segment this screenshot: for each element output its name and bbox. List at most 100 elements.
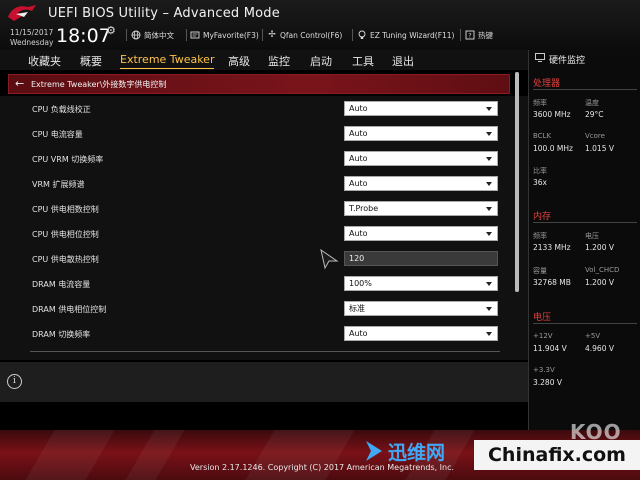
mem-volt-label: 电压 bbox=[585, 232, 599, 240]
back-arrow-icon[interactable]: ← bbox=[15, 77, 24, 90]
setting-select[interactable]: Auto bbox=[344, 326, 498, 341]
setting-select[interactable]: Auto bbox=[344, 226, 498, 241]
setting-select[interactable]: T.Probe bbox=[344, 201, 498, 216]
breadcrumb[interactable]: ← Extreme Tweaker\外接数字供电控制 bbox=[8, 74, 510, 94]
fan-icon: ✢ bbox=[268, 30, 276, 40]
myfavorite-button[interactable]: MyFavorite(F3) bbox=[190, 29, 259, 41]
date-display: 11/15/2017 Wednesday bbox=[10, 28, 53, 48]
tab-main[interactable]: 概要 bbox=[80, 53, 102, 69]
setting-input[interactable]: 120 bbox=[344, 251, 498, 266]
qfan-control-button[interactable]: ✢ Qfan Control(F6) bbox=[267, 29, 342, 41]
ratio-label: 比率 bbox=[533, 167, 547, 175]
gear-icon[interactable]: ⚙ bbox=[106, 24, 116, 37]
header-separator bbox=[262, 29, 263, 41]
setting-label: DRAM 电流容量 bbox=[32, 280, 91, 289]
divider bbox=[30, 351, 500, 352]
weekday-text: Wednesday bbox=[10, 38, 54, 47]
mem-volt-value: 1.200 V bbox=[585, 243, 614, 252]
hotkey-icon: ? bbox=[465, 30, 475, 40]
cpu-section-title: 处理器 bbox=[533, 79, 561, 89]
tab-exit[interactable]: 退出 bbox=[392, 53, 414, 69]
cpu-temp-label: 温度 bbox=[585, 99, 599, 107]
chevron-down-icon bbox=[486, 232, 492, 236]
chevron-down-icon bbox=[486, 332, 492, 336]
mem-capacity-value: 32768 MB bbox=[533, 278, 571, 287]
tab-boot[interactable]: 启动 bbox=[310, 53, 332, 69]
setting-select[interactable]: 标准 bbox=[344, 301, 498, 316]
mouse-cursor-icon bbox=[320, 248, 339, 270]
vcore-value: 1.015 V bbox=[585, 144, 614, 153]
hardware-monitor-panel: 硬件监控 处理器 频率 温度 3600 MHz 29°C BCLK Vcore … bbox=[528, 50, 640, 430]
setting-row: CPU 供电相位控制 Auto bbox=[30, 226, 500, 242]
xunwei-text: 迅维网 bbox=[388, 441, 446, 464]
setting-value: Auto bbox=[349, 154, 368, 163]
setting-select[interactable]: 100% bbox=[344, 276, 498, 291]
setting-row: DRAM 供电相位控制 标准 bbox=[30, 301, 500, 317]
setting-label: CPU 供电相数控制 bbox=[32, 205, 99, 214]
setting-row: DRAM 电流容量 100% bbox=[30, 276, 500, 292]
tab-advanced[interactable]: 高级 bbox=[228, 53, 250, 69]
mem-freq-value: 2133 MHz bbox=[533, 243, 571, 252]
rog-logo-icon bbox=[8, 5, 36, 21]
koo-watermark: KOO bbox=[570, 420, 622, 444]
section-divider bbox=[533, 323, 637, 324]
vol-chcd-value: 1.200 V bbox=[585, 278, 614, 287]
setting-value: 100% bbox=[349, 279, 372, 288]
setting-row: CPU 负载线校正 Auto bbox=[30, 101, 500, 117]
language-label: 简体中文 bbox=[144, 30, 174, 40]
hardware-monitor-title: 硬件监控 bbox=[549, 55, 586, 66]
setting-value: Auto bbox=[349, 104, 368, 113]
setting-value: Auto bbox=[349, 229, 368, 238]
v33-label: +3.3V bbox=[533, 366, 555, 374]
chevron-down-icon bbox=[486, 157, 492, 161]
time-display: 18:07 bbox=[56, 25, 111, 47]
setting-label: CPU 供电相位控制 bbox=[32, 230, 99, 239]
setting-select[interactable]: Auto bbox=[344, 151, 498, 166]
chevron-down-icon bbox=[486, 132, 492, 136]
hotkey-button[interactable]: ? 热键 bbox=[465, 29, 493, 41]
setting-label: CPU 负载线校正 bbox=[32, 105, 91, 114]
header-bar: UEFI BIOS Utility – Advanced Mode 11/15/… bbox=[0, 0, 640, 50]
chevron-down-icon bbox=[486, 207, 492, 211]
setting-row: VRM 扩展频谱 Auto bbox=[30, 176, 500, 192]
help-info-bar: i bbox=[0, 362, 528, 402]
main-tabs: 收藏夹 概要 Extreme Tweaker 高级 监控 启动 工具 退出 bbox=[0, 50, 528, 70]
section-divider bbox=[533, 89, 637, 90]
setting-row: CPU 供电散热控制 120 bbox=[30, 251, 500, 267]
setting-select[interactable]: Auto bbox=[344, 126, 498, 141]
vol-chcd-label: Vol_CHCD bbox=[585, 266, 620, 274]
chinafix-watermark: Chinafix.com bbox=[474, 440, 640, 470]
setting-value: Auto bbox=[349, 179, 368, 188]
cpu-freq-label: 频率 bbox=[533, 99, 547, 107]
ratio-value: 36x bbox=[533, 178, 547, 187]
v12-label: +12V bbox=[533, 332, 553, 340]
setting-label: CPU 电流容量 bbox=[32, 130, 83, 139]
mem-capacity-label: 容量 bbox=[533, 267, 547, 275]
v5-label: +5V bbox=[585, 332, 601, 340]
setting-value: T.Probe bbox=[349, 204, 379, 213]
ez-tuning-wizard-button[interactable]: EZ Tuning Wizard(F11) bbox=[357, 29, 454, 41]
setting-label: DRAM 切换频率 bbox=[32, 330, 91, 339]
chevron-down-icon bbox=[486, 282, 492, 286]
setting-select[interactable]: Auto bbox=[344, 176, 498, 191]
hardware-monitor-header: 硬件监控 bbox=[529, 50, 640, 68]
myfavorite-label: MyFavorite(F3) bbox=[203, 30, 259, 40]
setting-select[interactable]: Auto bbox=[344, 101, 498, 116]
monitor-icon bbox=[535, 53, 545, 65]
footer-stripe bbox=[25, 430, 115, 480]
tab-tool[interactable]: 工具 bbox=[352, 53, 374, 69]
footer-stripe bbox=[125, 430, 185, 480]
mem-freq-label: 频率 bbox=[533, 232, 547, 240]
language-button[interactable]: 简体中文 bbox=[131, 29, 174, 41]
bclk-label: BCLK bbox=[533, 132, 552, 140]
setting-value: 标准 bbox=[349, 304, 365, 313]
bulb-icon bbox=[357, 30, 367, 40]
tab-extreme-tweaker[interactable]: Extreme Tweaker bbox=[120, 53, 215, 69]
tab-favorites[interactable]: 收藏夹 bbox=[28, 53, 61, 69]
setting-value: Auto bbox=[349, 129, 368, 138]
scrollbar-thumb[interactable] bbox=[515, 72, 519, 292]
favorite-icon bbox=[190, 30, 200, 40]
tab-monitor[interactable]: 监控 bbox=[268, 53, 290, 69]
header-separator bbox=[352, 29, 353, 41]
xunwei-watermark: 迅维网 bbox=[364, 434, 474, 468]
